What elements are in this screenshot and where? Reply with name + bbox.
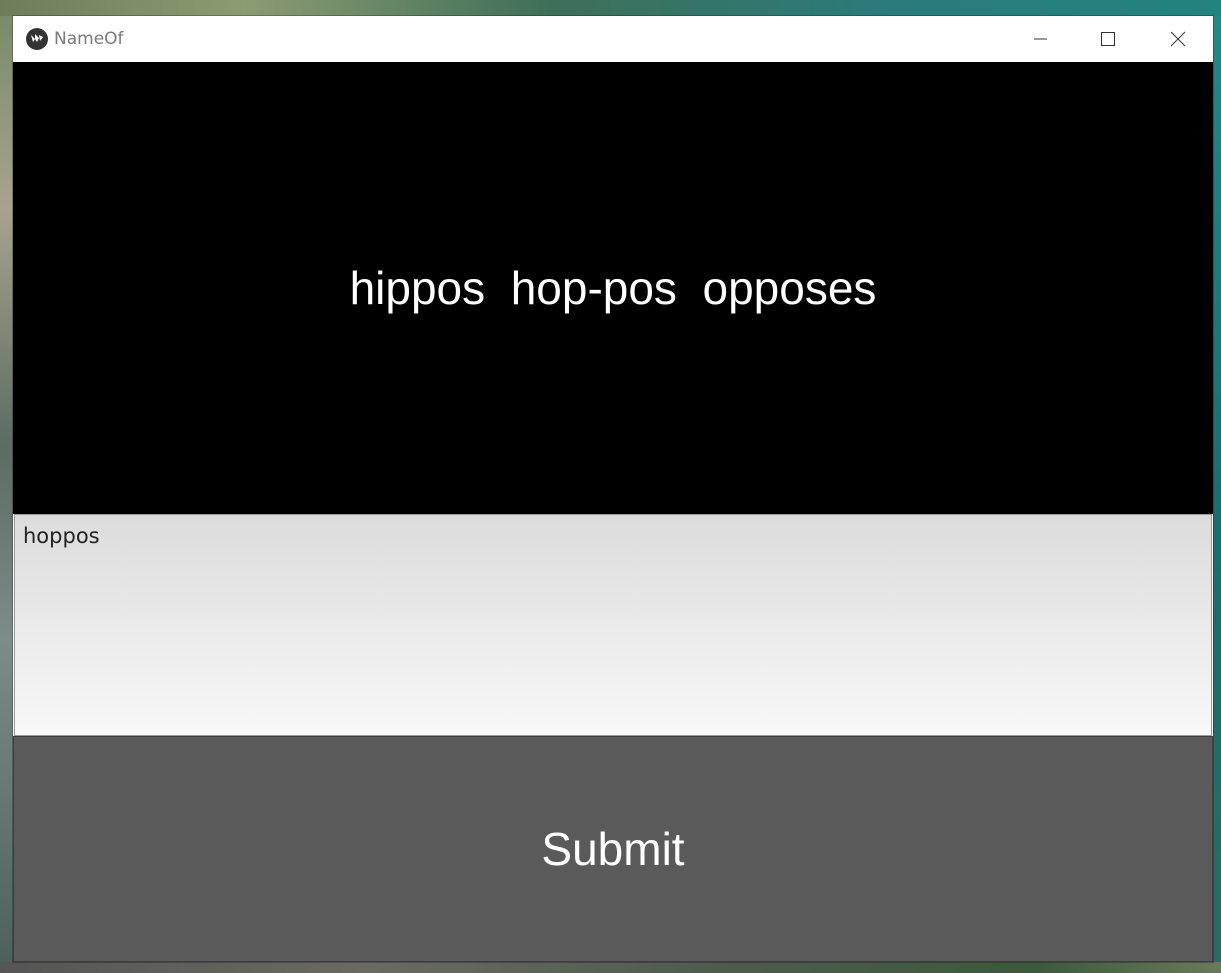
word-display-text: hippos hop-pos opposes [349,261,877,314]
desktop-wallpaper-top [0,0,1221,16]
submit-button[interactable]: Submit [13,736,1213,962]
kivy-logo-icon [26,28,48,50]
close-icon [1170,31,1186,47]
minimize-button[interactable] [1016,16,1062,62]
desktop-wallpaper-bottom [0,962,1221,973]
word-display: hippos hop-pos opposes [13,62,1213,514]
minimize-icon [1034,38,1047,40]
desktop-wallpaper-right [1213,16,1221,973]
maximize-icon [1101,32,1115,46]
close-button[interactable] [1154,16,1200,62]
app-window: NameOf hippos hop-pos opposes hoppos Sub… [13,16,1213,962]
desktop-wallpaper-left [0,16,13,973]
window-title: NameOf [54,29,124,49]
answer-input[interactable]: hoppos [14,514,1212,736]
maximize-button[interactable] [1084,16,1130,62]
submit-button-label: Submit [541,823,685,875]
title-bar[interactable]: NameOf [13,16,1213,62]
answer-input-value: hoppos [23,524,100,548]
